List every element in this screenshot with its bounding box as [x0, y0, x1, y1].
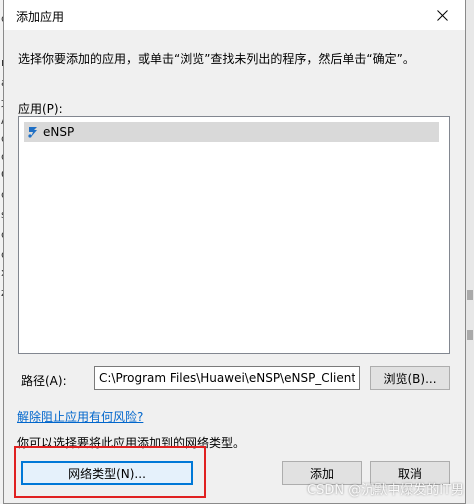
path-field[interactable] — [94, 366, 360, 390]
app-name: eNSP — [43, 125, 75, 139]
background-scroll-mark — [467, 330, 473, 340]
background-window-edge — [466, 0, 474, 504]
browse-button[interactable]: 浏览(B)... — [370, 366, 450, 390]
close-icon — [436, 9, 448, 21]
close-button[interactable] — [419, 0, 465, 30]
title-bar[interactable]: 添加应用 — [4, 0, 465, 30]
watermark: CSDN @沉默中爆发的IT男 — [307, 483, 464, 498]
instruction-text: 选择你要添加的应用，或单击“浏览”查找未列出的程序，然后单击“确定”。 — [18, 52, 415, 66]
background-scroll-mark — [467, 290, 473, 300]
path-label: 路径(A): — [21, 374, 67, 388]
network-type-button[interactable]: 网络类型(N)... — [21, 461, 193, 485]
dialog-title: 添加应用 — [16, 10, 65, 24]
apps-label: 应用(P): — [18, 102, 63, 116]
add-app-dialog: 添加应用 选择你要添加的应用，或单击“浏览”查找未列出的程序，然后单击“确定”。… — [3, 0, 466, 504]
unblock-risk-link[interactable]: 解除阻止应用有何风险? — [17, 408, 143, 425]
app-list[interactable]: eNSP — [18, 116, 450, 354]
list-item[interactable]: eNSP — [24, 122, 439, 142]
ensp-app-icon — [28, 127, 37, 138]
